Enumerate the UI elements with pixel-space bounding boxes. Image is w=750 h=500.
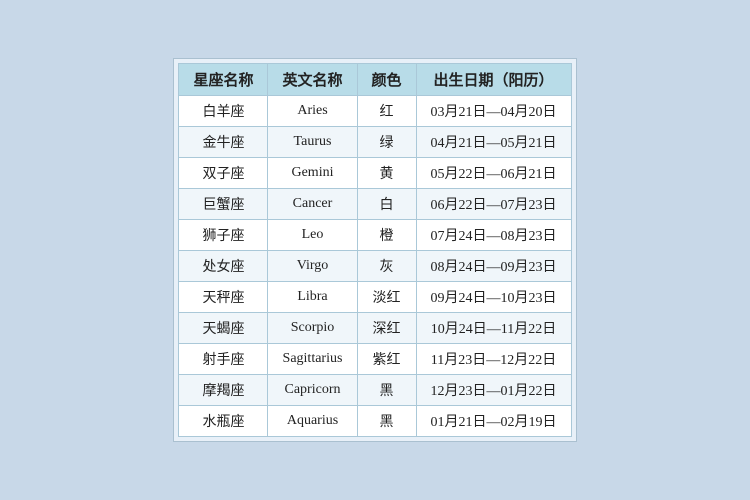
table-row: 处女座Virgo灰08月24日—09月23日 — [179, 251, 571, 282]
cell-english-name: Scorpio — [268, 313, 357, 344]
cell-dates: 07月24日—08月23日 — [416, 220, 571, 251]
zodiac-table-wrapper: 星座名称 英文名称 颜色 出生日期（阳历） 白羊座Aries红03月21日—04… — [173, 58, 576, 442]
cell-english-name: Gemini — [268, 158, 357, 189]
cell-english-name: Libra — [268, 282, 357, 313]
header-english-name: 英文名称 — [268, 64, 357, 96]
header-color: 颜色 — [357, 64, 416, 96]
cell-dates: 04月21日—05月21日 — [416, 127, 571, 158]
cell-dates: 10月24日—11月22日 — [416, 313, 571, 344]
cell-color: 红 — [357, 96, 416, 127]
cell-chinese-name: 天秤座 — [179, 282, 268, 313]
cell-chinese-name: 天蝎座 — [179, 313, 268, 344]
cell-english-name: Taurus — [268, 127, 357, 158]
cell-english-name: Cancer — [268, 189, 357, 220]
table-row: 摩羯座Capricorn黑12月23日—01月22日 — [179, 375, 571, 406]
cell-color: 淡红 — [357, 282, 416, 313]
cell-chinese-name: 射手座 — [179, 344, 268, 375]
header-dates: 出生日期（阳历） — [416, 64, 571, 96]
header-chinese-name: 星座名称 — [179, 64, 268, 96]
table-row: 金牛座Taurus绿04月21日—05月21日 — [179, 127, 571, 158]
cell-chinese-name: 白羊座 — [179, 96, 268, 127]
zodiac-table: 星座名称 英文名称 颜色 出生日期（阳历） 白羊座Aries红03月21日—04… — [178, 63, 571, 437]
table-header-row: 星座名称 英文名称 颜色 出生日期（阳历） — [179, 64, 571, 96]
cell-english-name: Leo — [268, 220, 357, 251]
cell-english-name: Sagittarius — [268, 344, 357, 375]
cell-english-name: Virgo — [268, 251, 357, 282]
table-row: 双子座Gemini黄05月22日—06月21日 — [179, 158, 571, 189]
cell-color: 灰 — [357, 251, 416, 282]
cell-english-name: Capricorn — [268, 375, 357, 406]
cell-dates: 11月23日—12月22日 — [416, 344, 571, 375]
cell-dates: 03月21日—04月20日 — [416, 96, 571, 127]
cell-chinese-name: 双子座 — [179, 158, 268, 189]
cell-english-name: Aries — [268, 96, 357, 127]
table-row: 射手座Sagittarius紫红11月23日—12月22日 — [179, 344, 571, 375]
table-row: 狮子座Leo橙07月24日—08月23日 — [179, 220, 571, 251]
cell-dates: 01月21日—02月19日 — [416, 406, 571, 437]
cell-color: 黑 — [357, 375, 416, 406]
cell-dates: 12月23日—01月22日 — [416, 375, 571, 406]
cell-color: 紫红 — [357, 344, 416, 375]
cell-dates: 06月22日—07月23日 — [416, 189, 571, 220]
cell-color: 白 — [357, 189, 416, 220]
table-body: 白羊座Aries红03月21日—04月20日金牛座Taurus绿04月21日—0… — [179, 96, 571, 437]
table-row: 巨蟹座Cancer白06月22日—07月23日 — [179, 189, 571, 220]
cell-chinese-name: 狮子座 — [179, 220, 268, 251]
cell-color: 黑 — [357, 406, 416, 437]
cell-english-name: Aquarius — [268, 406, 357, 437]
table-row: 天秤座Libra淡红09月24日—10月23日 — [179, 282, 571, 313]
table-row: 水瓶座Aquarius黑01月21日—02月19日 — [179, 406, 571, 437]
cell-chinese-name: 摩羯座 — [179, 375, 268, 406]
cell-color: 橙 — [357, 220, 416, 251]
cell-chinese-name: 水瓶座 — [179, 406, 268, 437]
cell-dates: 05月22日—06月21日 — [416, 158, 571, 189]
cell-chinese-name: 处女座 — [179, 251, 268, 282]
cell-color: 黄 — [357, 158, 416, 189]
cell-chinese-name: 巨蟹座 — [179, 189, 268, 220]
cell-dates: 08月24日—09月23日 — [416, 251, 571, 282]
table-row: 天蝎座Scorpio深红10月24日—11月22日 — [179, 313, 571, 344]
cell-color: 绿 — [357, 127, 416, 158]
table-row: 白羊座Aries红03月21日—04月20日 — [179, 96, 571, 127]
cell-dates: 09月24日—10月23日 — [416, 282, 571, 313]
cell-chinese-name: 金牛座 — [179, 127, 268, 158]
cell-color: 深红 — [357, 313, 416, 344]
